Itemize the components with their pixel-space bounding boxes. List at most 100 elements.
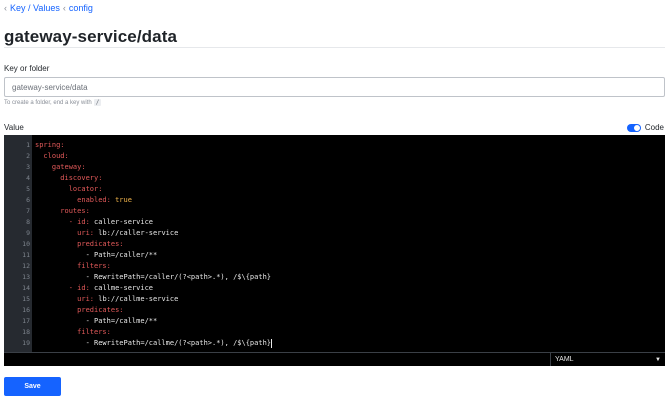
breadcrumb-link-config[interactable]: config <box>69 3 93 13</box>
code-line[interactable]: 6 enabled: true <box>4 195 665 206</box>
code-token: lb://caller-service <box>98 229 179 237</box>
code-line[interactable]: 12 filters: <box>4 261 665 272</box>
line-number: 10 <box>22 240 30 248</box>
code-token: - RewritePath=/caller/(?<path>.*), /$\{p… <box>35 273 272 281</box>
code-token: routes <box>35 207 86 215</box>
line-number: 19 <box>22 339 30 347</box>
toggle-knob <box>633 124 640 131</box>
code-token: uri <box>35 229 90 237</box>
code-line-text: uri: lb://callme-service <box>35 294 178 305</box>
code-token: filters <box>35 328 107 336</box>
code-token: lb://callme-service <box>98 295 179 303</box>
code-token: : <box>106 196 116 204</box>
code-token: - RewritePath=/callme/(?<path>.*), /$\{p… <box>35 339 272 347</box>
value-field-label: Value <box>4 123 24 132</box>
line-number: 1 <box>26 141 30 149</box>
page-title: gateway-service/data <box>4 27 178 46</box>
code-line-text: - id: callme-service <box>35 283 153 294</box>
code-editor[interactable]: 1 spring: 2 cloud: 3 gateway: 4 discovery: 5 … <box>4 135 665 352</box>
line-number: 3 <box>26 163 30 171</box>
code-token: : <box>98 174 103 182</box>
code-token: - Path=/caller/** <box>35 251 158 259</box>
code-line[interactable]: 3 gateway: <box>4 162 665 173</box>
code-line-text: predicates: <box>35 239 123 250</box>
code-token: - Path=/callme/** <box>35 317 158 325</box>
line-number: 16 <box>22 306 30 314</box>
key-hint: To create a folder, end a key with / <box>4 99 102 106</box>
code-token: : <box>98 185 103 193</box>
line-number: 6 <box>26 196 30 204</box>
code-line[interactable]: 13 - RewritePath=/caller/(?<path>.*), /$… <box>4 272 665 283</box>
code-toggle[interactable]: Code <box>626 123 664 132</box>
code-token: cloud <box>35 152 65 160</box>
code-line[interactable]: 14 - id: callme-service <box>4 283 665 294</box>
editor-mode-select[interactable]: YAML ▼ <box>550 353 665 366</box>
code-token: - id <box>35 218 86 226</box>
line-number: 9 <box>26 229 30 237</box>
code-line-text: enabled: true <box>35 195 132 206</box>
code-line[interactable]: 10 predicates: <box>4 239 665 250</box>
code-token: : <box>119 306 124 314</box>
code-line-text: gateway: <box>35 162 86 173</box>
code-line[interactable]: 18 filters: <box>4 327 665 338</box>
code-line-text: - Path=/callme/** <box>35 316 158 327</box>
code-line[interactable]: 19 - RewritePath=/callme/(?<path>.*), /$… <box>4 338 665 349</box>
code-line-text: - Path=/caller/** <box>35 250 158 261</box>
code-line-text: routes: <box>35 206 90 217</box>
line-number: 18 <box>22 328 30 336</box>
save-button[interactable]: Save <box>4 377 61 396</box>
code-line[interactable]: 17 - Path=/callme/** <box>4 316 665 327</box>
line-number: 14 <box>22 284 30 292</box>
line-number: 2 <box>26 152 30 160</box>
code-token: : <box>106 262 111 270</box>
code-token: - id <box>35 284 86 292</box>
code-token: true <box>115 196 132 204</box>
line-number: 11 <box>22 251 30 259</box>
code-line[interactable]: 8 - id: caller-service <box>4 217 665 228</box>
code-line[interactable]: 4 discovery: <box>4 173 665 184</box>
line-number: 5 <box>26 185 30 193</box>
code-line-text: locator: <box>35 184 103 195</box>
code-token: : <box>85 284 95 292</box>
breadcrumb-link-key-values[interactable]: Key / Values <box>10 3 60 13</box>
key-field-label: Key or folder <box>4 64 50 73</box>
code-line[interactable]: 9 uri: lb://caller-service <box>4 228 665 239</box>
code-token: uri <box>35 295 90 303</box>
code-token: callme-service <box>94 284 154 292</box>
code-line-text: cloud: <box>35 151 69 162</box>
code-line[interactable]: 11 - Path=/caller/** <box>4 250 665 261</box>
caret-down-icon: ▼ <box>655 356 661 363</box>
code-line-text: - RewritePath=/caller/(?<path>.*), /$\{p… <box>35 272 271 283</box>
key-hint-text: To create a folder, end a key with <box>4 99 92 106</box>
code-line-text: spring: <box>35 140 65 151</box>
code-token: : <box>89 229 99 237</box>
code-line[interactable]: 15 uri: lb://callme-service <box>4 294 665 305</box>
code-line-text: - RewritePath=/callme/(?<path>.*), /$\{p… <box>35 338 273 349</box>
code-line-text: filters: <box>35 327 111 338</box>
code-line[interactable]: 1 spring: <box>4 140 665 151</box>
code-line-text: - id: caller-service <box>35 217 153 228</box>
code-token: : <box>81 163 86 171</box>
code-token: gateway <box>35 163 82 171</box>
code-token: locator <box>35 185 99 193</box>
line-number: 13 <box>22 273 30 281</box>
line-number: 7 <box>26 207 30 215</box>
code-token: : <box>64 152 69 160</box>
code-line[interactable]: 2 cloud: <box>4 151 665 162</box>
editor-footer: YAML ▼ <box>4 352 665 366</box>
chevron-left-icon: ‹ <box>62 3 66 13</box>
code-line-text: predicates: <box>35 305 124 316</box>
code-token: predicates <box>35 306 120 314</box>
code-line[interactable]: 5 locator: <box>4 184 665 195</box>
code-line[interactable]: 7 routes: <box>4 206 665 217</box>
line-number: 17 <box>22 317 30 325</box>
code-line-text: uri: lb://caller-service <box>35 228 178 239</box>
code-token: predicates <box>35 240 120 248</box>
code-line[interactable]: 16 predicates: <box>4 305 665 316</box>
chevron-left-icon: ‹ <box>4 3 7 13</box>
key-input[interactable]: gateway-service/data <box>4 77 665 97</box>
toggle-switch-icon[interactable] <box>626 123 641 132</box>
code-line-text: filters: <box>35 261 111 272</box>
title-divider <box>4 47 665 48</box>
code-toggle-label: Code <box>644 123 664 132</box>
